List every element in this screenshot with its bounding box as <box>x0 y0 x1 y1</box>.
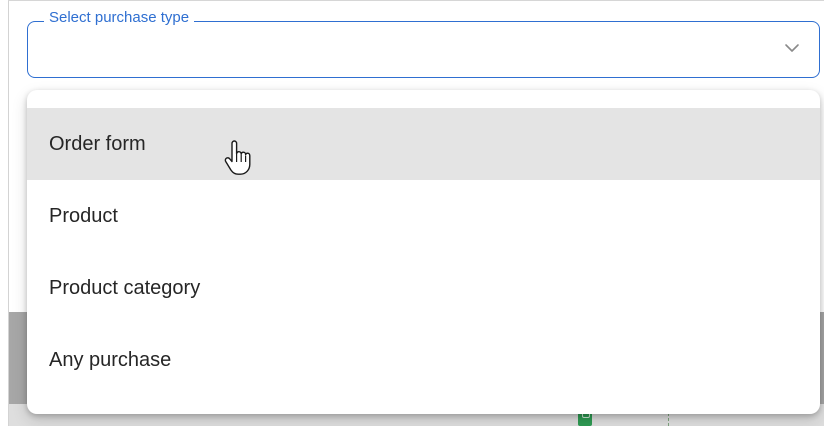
option-any-purchase[interactable]: Any purchase <box>27 324 820 396</box>
purchase-type-options: Order form Product Product category Any … <box>27 108 820 396</box>
purchase-type-select-label: Select purchase type <box>44 9 195 27</box>
option-label: Product <box>49 204 118 227</box>
option-product[interactable]: Product <box>27 180 820 252</box>
option-product-category[interactable]: Product category <box>27 252 820 324</box>
option-label: Product category <box>49 276 201 299</box>
page-divider <box>8 0 824 1</box>
option-label: Any purchase <box>49 348 172 371</box>
option-label: Order form <box>49 132 146 155</box>
purchase-type-select[interactable] <box>27 21 820 78</box>
purchase-type-menu: Order form Product Product category Any … <box>27 90 820 414</box>
hand-pointer-cursor <box>224 140 251 175</box>
option-order-form[interactable]: Order form <box>27 108 820 180</box>
chevron-down-icon[interactable] <box>783 41 801 55</box>
